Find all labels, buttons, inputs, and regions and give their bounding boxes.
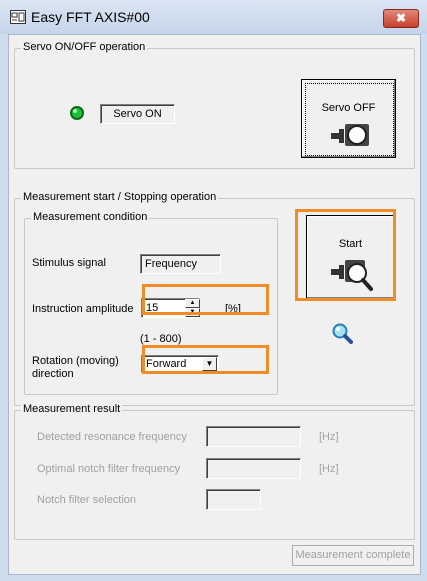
notch-frequency-field (206, 458, 301, 479)
servo-group-legend: Servo ON/OFF operation (21, 41, 148, 53)
notch-frequency-label: Optimal notch filter frequency (37, 463, 181, 475)
notch-frequency-unit: [Hz] (319, 463, 339, 475)
rotation-label-line1: Rotation (moving) (32, 355, 119, 367)
stimulus-field: Frequency (140, 254, 221, 274)
magnifier-icon (332, 323, 353, 344)
easy-fft-window: Easy FFT AXIS#00 ✖ Servo ON/OFF operatio… (0, 0, 427, 581)
resonance-unit: [Hz] (319, 431, 339, 443)
measurement-complete-button[interactable]: Measurement complete (292, 545, 414, 566)
stimulus-value: Frequency (145, 258, 197, 270)
servo-status-field: Servo ON (100, 104, 175, 124)
rotation-label-line2: direction (32, 368, 74, 380)
servo-led-icon (70, 106, 84, 120)
resonance-label: Detected resonance frequency (37, 431, 187, 443)
amplitude-range: (1 - 800) (140, 333, 182, 345)
close-icon[interactable]: ✖ (383, 9, 419, 28)
rotation-highlight (142, 345, 269, 374)
notch-selection-field (206, 489, 261, 510)
servo-status-text: Servo ON (113, 108, 162, 120)
servo-off-label: Servo OFF (321, 102, 376, 114)
client-area: Servo ON/OFF operation Servo ON Servo OF… (8, 34, 421, 575)
motor-icon (331, 124, 369, 146)
resonance-field (206, 426, 301, 447)
title-bar[interactable]: Easy FFT AXIS#00 ✖ (0, 0, 427, 34)
measurement-group-legend: Measurement start / Stopping operation (21, 191, 219, 203)
result-group: Measurement result Detected resonance fr… (14, 403, 415, 540)
notch-selection-label: Notch filter selection (37, 494, 137, 506)
servo-off-button[interactable]: Servo OFF (301, 79, 396, 158)
amplitude-label: Instruction amplitude (32, 303, 134, 315)
condition-group-legend: Measurement condition (31, 211, 150, 223)
stimulus-label: Stimulus signal (32, 257, 106, 269)
servo-group: Servo ON/OFF operation Servo ON Servo OF… (14, 41, 415, 169)
window-title: Easy FFT AXIS#00 (31, 9, 150, 25)
start-highlight (295, 209, 396, 301)
amplitude-highlight (142, 284, 269, 315)
result-group-legend: Measurement result (21, 403, 123, 415)
app-icon (10, 10, 26, 24)
